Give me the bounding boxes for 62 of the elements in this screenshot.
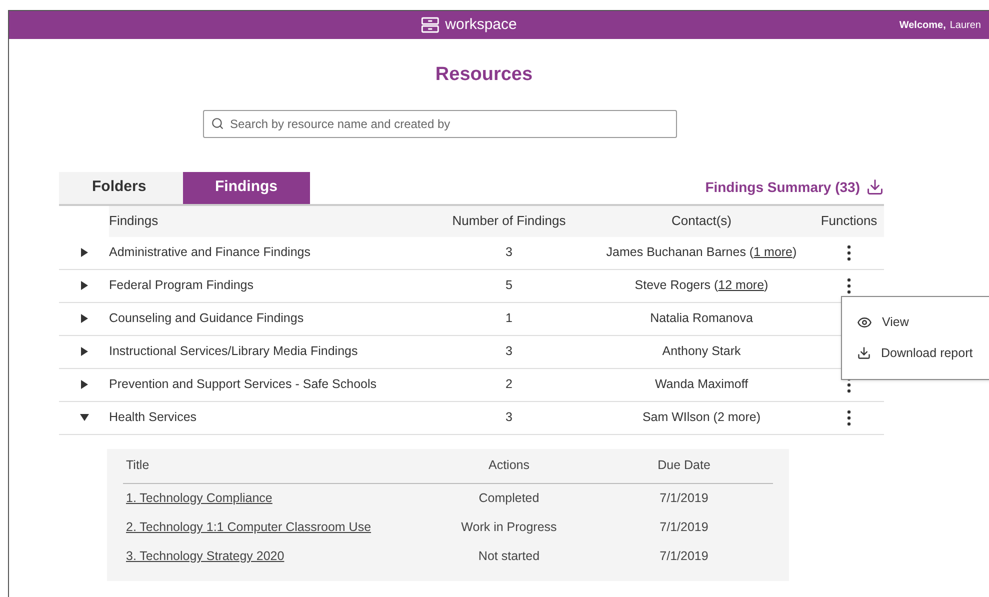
eye-icon: [857, 315, 872, 330]
table-cell-text: 7/1/2019: [660, 518, 708, 536]
cabinet-icon: [421, 17, 440, 33]
menu-item[interactable]: View: [857, 313, 989, 332]
table-cell-text: 2: [506, 376, 512, 394]
expand-arrow-icon[interactable]: [80, 248, 88, 257]
expand-arrow-icon[interactable]: [80, 281, 88, 290]
table-cell-text: Anthony Stark: [662, 343, 741, 360]
table-cell-text: Administrative and Finance Findings: [109, 244, 312, 262]
user-name: Lauren: [950, 18, 981, 32]
contact-name: James Buchanan Barnes (: [606, 244, 754, 262]
closing-parenthesis: ): [792, 244, 797, 262]
collapse-arrow-icon[interactable]: [80, 413, 88, 422]
more-contacts-link[interactable]: 1 more: [754, 243, 793, 262]
menu-item[interactable]: Download report: [857, 344, 989, 363]
column-header: Contact(s): [589, 206, 814, 236]
finding-link[interactable]: 1. Technology Compliance: [123, 488, 423, 508]
table-cell-text: 7/1/2019: [660, 490, 708, 507]
column-header: Findings: [109, 206, 429, 236]
table-cell-text: Sam WIlson (2 more): [642, 409, 761, 426]
finding-link[interactable]: 2. Technology 1:1 Computer Classroom Use: [123, 518, 423, 536]
download-icon: [866, 178, 884, 196]
table-cell-text: Wanda Maximoff: [654, 376, 748, 394]
table-cell-text: 3: [506, 343, 512, 360]
table-cell-text: Prevention and Support Services - Safe Schools: [109, 376, 378, 394]
table-cell-text: Work in Progress: [461, 518, 557, 536]
more-options-icon[interactable]: [847, 278, 851, 294]
expand-arrow-icon[interactable]: [80, 380, 88, 389]
closing-parenthesis: ): [764, 277, 768, 294]
expand-arrow-icon[interactable]: [80, 314, 88, 323]
finding-link[interactable]: 3. Technology Strategy 2020: [123, 546, 423, 566]
table-cell-text: 7/1/2019: [660, 548, 708, 565]
tab[interactable]: Findings: [183, 172, 310, 204]
table-cell-text: 1: [506, 310, 512, 328]
search-field[interactable]: Search by resource name and created by: [203, 110, 677, 138]
column-header: Due Date: [658, 457, 710, 474]
expand-arrow-icon[interactable]: [80, 347, 88, 356]
table-cell-text: 5: [506, 277, 512, 294]
column-header: Title: [125, 457, 150, 474]
welcome-text: Welcome,: [899, 18, 946, 32]
table-cell-text: 3: [506, 244, 512, 262]
findings-summary-link[interactable]: Findings Summary (33): [705, 176, 884, 198]
more-contacts-link[interactable]: 12 more: [718, 276, 764, 295]
table-cell-text: Health Services: [109, 409, 198, 426]
download-icon: [857, 346, 871, 360]
column-header: Functions: [814, 206, 884, 236]
brand-name: workspace: [445, 14, 517, 35]
page-title: Resources: [435, 63, 533, 87]
table-cell-text: Federal Program Findings: [109, 277, 255, 294]
more-options-icon[interactable]: [847, 244, 851, 260]
contact-name: Steve Rogers (: [634, 277, 718, 294]
table-cell-text: Natalia Romanova: [650, 310, 753, 328]
column-header: Number of Findings: [429, 206, 589, 236]
column-header: Actions: [488, 457, 530, 474]
table-cell-text: Completed: [478, 490, 540, 507]
tab[interactable]: Folders: [59, 172, 183, 204]
more-options-icon[interactable]: [847, 410, 851, 426]
table-cell-text: Not started: [478, 548, 540, 565]
table-cell-text: Counseling and Guidance Findings: [109, 310, 305, 328]
table-cell-text: 3: [506, 409, 512, 426]
search-icon: [211, 116, 224, 130]
table-cell-text: Instructional Services/Library Media Findings: [109, 343, 359, 360]
